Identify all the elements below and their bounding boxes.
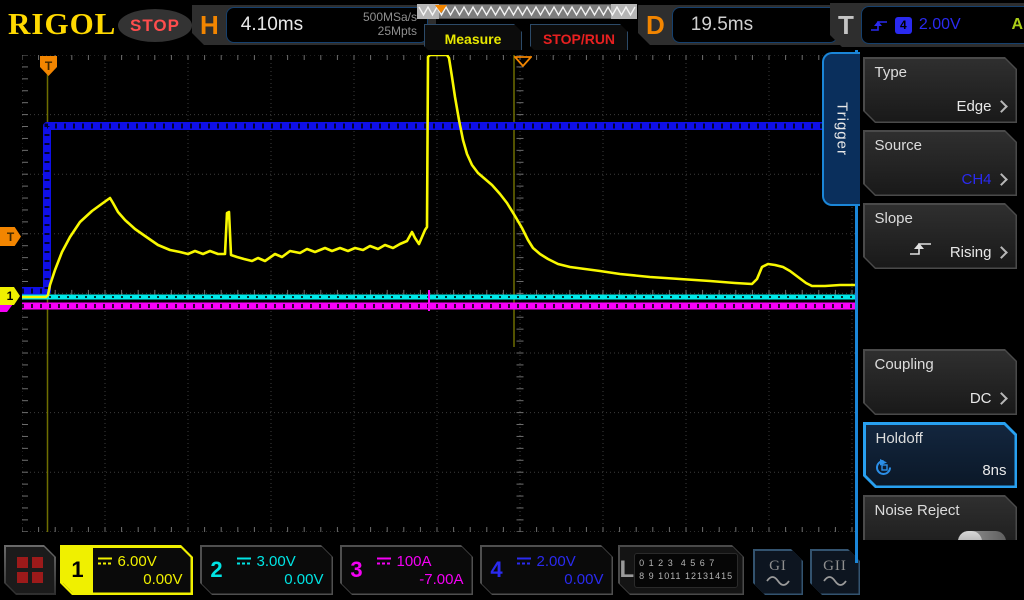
rising-slope-icon <box>909 241 933 256</box>
channel-number: 2 <box>202 547 232 594</box>
channel-status-bar: 1 6.00V 0.00V 2 <box>0 540 1024 600</box>
rigol-logo: RIGOL <box>8 6 116 42</box>
menu-item-slope[interactable]: Slope Rising <box>863 203 1017 269</box>
channel-scale: 2.00V <box>537 553 576 570</box>
chevron-right-icon <box>995 392 1008 405</box>
digital-channel-list: 0 1 2 3 4 5 6 78 9 1011 12131415 <box>634 553 738 588</box>
channel-offset: 0.00V <box>97 571 183 588</box>
generator-1-button[interactable]: GI <box>753 549 803 595</box>
grid-icon <box>6 547 54 593</box>
dc-coupling-icon <box>516 556 532 566</box>
menu-item-holdoff[interactable]: Holdoff 8ns <box>863 422 1017 488</box>
channel-1-block[interactable]: 1 6.00V 0.00V <box>60 545 193 595</box>
delay-position-marker[interactable] <box>514 56 532 67</box>
channel-3-block[interactable]: 3 100A -7.00A <box>340 545 473 595</box>
dc-coupling-icon <box>376 556 392 566</box>
t-label: T <box>838 10 854 41</box>
menu-button[interactable] <box>4 545 56 595</box>
trigger-menu-tab[interactable]: Trigger <box>822 52 860 206</box>
channel-2-block[interactable]: 2 3.00V 0.00V <box>200 545 333 595</box>
sine-icon <box>823 576 847 586</box>
h-label: H <box>200 10 219 41</box>
chevron-right-icon <box>995 246 1008 259</box>
channel-offset: 0.00V <box>516 571 604 588</box>
timebase-value: 4.10ms <box>241 14 303 36</box>
channel-number: 4 <box>482 547 512 594</box>
channel-number: 1 <box>63 548 93 593</box>
dc-coupling-icon <box>236 556 252 566</box>
acquisition-indicator: A <box>1011 16 1023 34</box>
d-label: D <box>646 10 665 41</box>
knob-icon <box>874 458 893 477</box>
channel-scale: 3.00V <box>257 553 296 570</box>
rising-slope-icon <box>870 19 888 32</box>
generator-2-button[interactable]: GII <box>810 549 860 595</box>
channel-scale: 6.00V <box>118 553 157 570</box>
delay-panel[interactable]: D 19.5ms <box>638 5 846 45</box>
trigger-status-panel[interactable]: T 4 2.00V A <box>830 3 1024 47</box>
top-status-bar: RIGOL STOP H 4.10ms 500MSa/s 25Mpts Meas… <box>0 0 1024 50</box>
channel1-ground-marker[interactable]: 1 <box>0 287 20 305</box>
menu-item-source[interactable]: Source CH4 <box>863 130 1017 196</box>
digital-channels-block[interactable]: L 0 1 2 3 4 5 6 78 9 1011 12131415 <box>618 545 744 595</box>
sample-rate: 500MSa/s <box>363 10 417 24</box>
menu-item-coupling[interactable]: Coupling DC <box>863 349 1017 415</box>
memory-depth: 25Mpts <box>378 24 417 38</box>
channel-offset: 0.00V <box>236 571 324 588</box>
trigger-menu: Type Edge Source CH4 Slope Rising Coupli… <box>857 50 1024 600</box>
channel-scale: 100A <box>397 553 432 570</box>
sine-icon <box>766 576 790 586</box>
waveform-preview-strip[interactable] <box>417 4 637 19</box>
chevron-right-icon <box>995 100 1008 113</box>
scope-display-area[interactable]: T T 1 <box>0 50 857 540</box>
channel-4-block[interactable]: 4 2.00V 0.00V <box>480 545 613 595</box>
menu-item-type[interactable]: Type Edge <box>863 57 1017 123</box>
digital-label: L <box>620 556 635 584</box>
channel-number: 3 <box>342 547 372 594</box>
dc-coupling-icon <box>97 556 113 566</box>
delay-value: 19.5ms <box>691 14 753 36</box>
trigger-level-marker[interactable]: T <box>0 227 21 246</box>
trigger-source-badge: 4 <box>895 17 912 34</box>
waveform-graticule[interactable] <box>22 55 855 532</box>
trigger-level-value: 2.00V <box>919 16 961 34</box>
chevron-right-icon <box>995 173 1008 186</box>
horizontal-timebase-panel[interactable]: H 4.10ms 500MSa/s 25Mpts <box>192 5 436 45</box>
channel-offset: -7.00A <box>376 571 464 588</box>
run-state-badge: STOP <box>118 9 192 42</box>
